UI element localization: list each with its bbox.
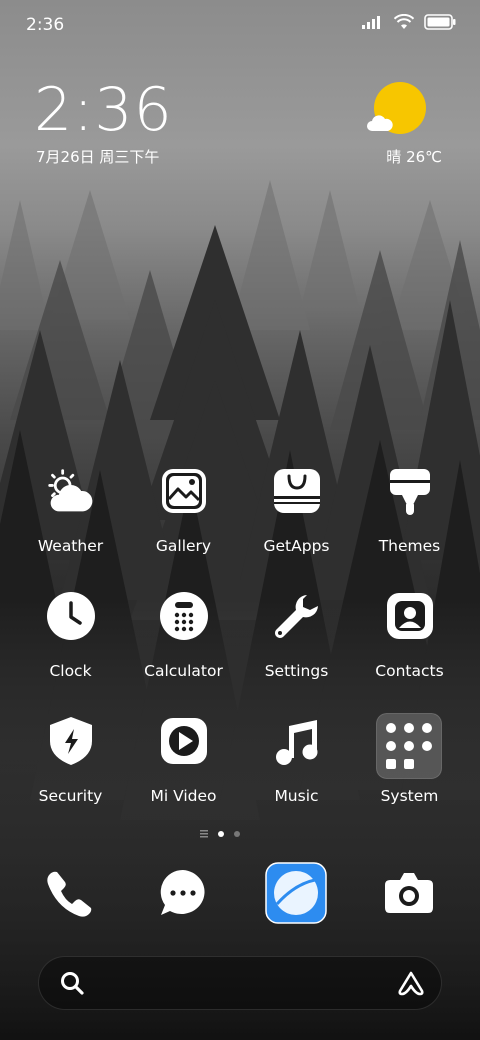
video-icon bbox=[159, 716, 209, 766]
themes-icon bbox=[385, 466, 435, 516]
dock-phone[interactable] bbox=[39, 862, 101, 924]
search-icon[interactable] bbox=[59, 970, 85, 996]
app-mi-video[interactable]: Mi Video bbox=[127, 716, 240, 826]
app-music[interactable]: Music bbox=[240, 716, 353, 826]
app-label: Clock bbox=[49, 662, 92, 680]
app-themes[interactable]: Themes bbox=[353, 466, 466, 576]
app-label: Settings bbox=[264, 662, 329, 680]
app-label: Mi Video bbox=[150, 787, 217, 805]
app-label: Contacts bbox=[375, 662, 444, 680]
menu-lines-icon bbox=[200, 830, 208, 838]
security-icon bbox=[46, 716, 96, 766]
settings-icon bbox=[272, 591, 322, 641]
camera-icon bbox=[385, 873, 433, 913]
signal-icon bbox=[362, 16, 380, 29]
calculator-icon bbox=[159, 591, 209, 641]
app-weather[interactable]: Weather bbox=[14, 466, 127, 576]
app-label: Music bbox=[274, 787, 319, 805]
app-label: Security bbox=[38, 787, 103, 805]
getapps-icon bbox=[272, 466, 322, 516]
search-bar[interactable] bbox=[38, 956, 442, 1010]
clock-widget-time[interactable]: 2:36 bbox=[34, 78, 173, 142]
dock-browser[interactable] bbox=[265, 862, 327, 924]
app-getapps[interactable]: GetApps bbox=[240, 466, 353, 576]
page-dot-active[interactable] bbox=[218, 831, 224, 837]
app-label: Weather bbox=[37, 537, 104, 555]
wifi-icon bbox=[394, 14, 414, 29]
assistant-icon[interactable] bbox=[397, 970, 425, 996]
weather-condition-temp: 晴 26℃ bbox=[386, 148, 442, 166]
app-settings[interactable]: Settings bbox=[240, 591, 353, 701]
app-label: GetApps bbox=[263, 537, 330, 555]
app-label: System bbox=[380, 787, 439, 805]
gallery-icon bbox=[159, 466, 209, 516]
dock-messages[interactable] bbox=[152, 862, 214, 924]
status-bar: 2:36 bbox=[0, 0, 480, 50]
dock bbox=[14, 862, 466, 926]
app-label: Themes bbox=[378, 537, 441, 555]
contacts-icon bbox=[385, 591, 435, 641]
app-gallery[interactable]: Gallery bbox=[127, 466, 240, 576]
clock-icon bbox=[46, 591, 96, 641]
app-system-folder[interactable]: System bbox=[353, 713, 466, 826]
clock-widget-date: 7月26日 周三下午 bbox=[36, 148, 160, 166]
app-label: Gallery bbox=[155, 537, 212, 555]
dock-camera[interactable] bbox=[378, 862, 440, 924]
battery-icon bbox=[424, 14, 456, 30]
music-icon bbox=[272, 716, 322, 766]
app-clock[interactable]: Clock bbox=[14, 591, 127, 701]
app-calculator[interactable]: Calculator bbox=[127, 591, 240, 701]
app-label: Calculator bbox=[144, 662, 223, 680]
system-folder-icon bbox=[376, 713, 442, 779]
page-indicator[interactable] bbox=[200, 830, 240, 838]
weather-icon bbox=[46, 466, 96, 516]
page-dot[interactable] bbox=[234, 831, 240, 837]
app-security[interactable]: Security bbox=[14, 716, 127, 826]
cloud-icon bbox=[367, 115, 393, 131]
app-contacts[interactable]: Contacts bbox=[353, 591, 466, 701]
messages-icon bbox=[160, 869, 205, 915]
browser-icon bbox=[265, 862, 327, 924]
status-time: 2:36 bbox=[26, 15, 65, 35]
phone-icon bbox=[47, 871, 92, 917]
